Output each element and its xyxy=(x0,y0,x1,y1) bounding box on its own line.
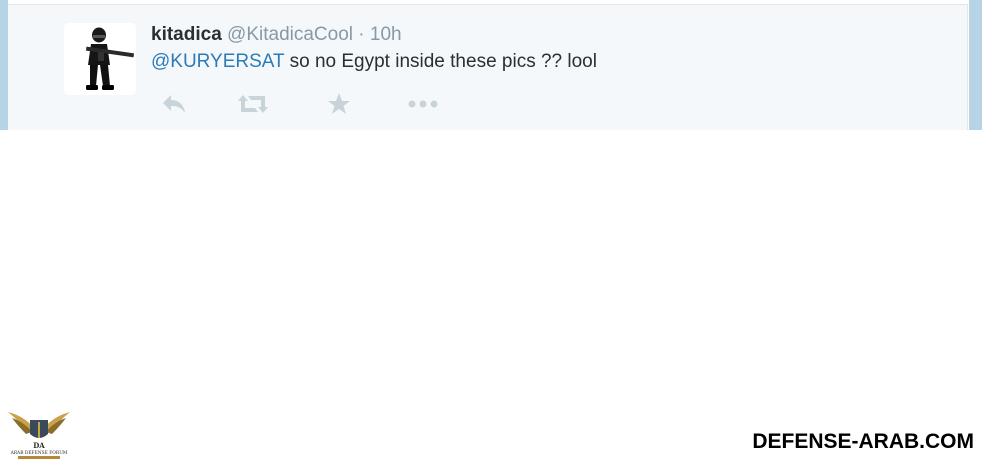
page-background-left xyxy=(0,0,8,130)
arab-defense-forum-logo: DA ARAB DEFENSE FORUM xyxy=(6,406,72,460)
author-username[interactable]: @KitadicaCool xyxy=(227,24,353,45)
favorite-button[interactable] xyxy=(327,91,351,117)
retweet-icon xyxy=(238,95,268,113)
author-fullname[interactable]: kitadica xyxy=(151,24,222,45)
more-dots-icon xyxy=(408,100,438,108)
tweet-timestamp[interactable]: 10h xyxy=(370,24,402,45)
tweet-header: kitadica @KitadicaCool · 10h xyxy=(151,24,402,46)
separator-dot: · xyxy=(358,24,365,45)
tweet-actions xyxy=(151,91,451,117)
more-button[interactable] xyxy=(407,91,439,117)
svg-text:ARAB DEFENSE FORUM: ARAB DEFENSE FORUM xyxy=(10,451,68,456)
avatar[interactable] xyxy=(64,23,136,95)
svg-text:DA: DA xyxy=(33,441,45,450)
soldier-avatar-icon xyxy=(64,23,136,95)
reply-button[interactable] xyxy=(161,91,187,117)
mention-link[interactable]: @KURYERSAT xyxy=(151,51,284,72)
tweet-card[interactable]: kitadica @KitadicaCool · 10h @KURYERSAT … xyxy=(8,4,968,130)
star-icon xyxy=(328,93,350,114)
page-background-right xyxy=(969,0,982,130)
reply-icon xyxy=(163,95,185,113)
retweet-button[interactable] xyxy=(237,91,269,117)
tweet-text: @KURYERSAT so no Egypt inside these pics… xyxy=(151,50,597,74)
site-watermark: DEFENSE-ARAB.COM xyxy=(752,430,974,453)
tweet-body: so no Egypt inside these pics ?? lool xyxy=(284,51,597,72)
